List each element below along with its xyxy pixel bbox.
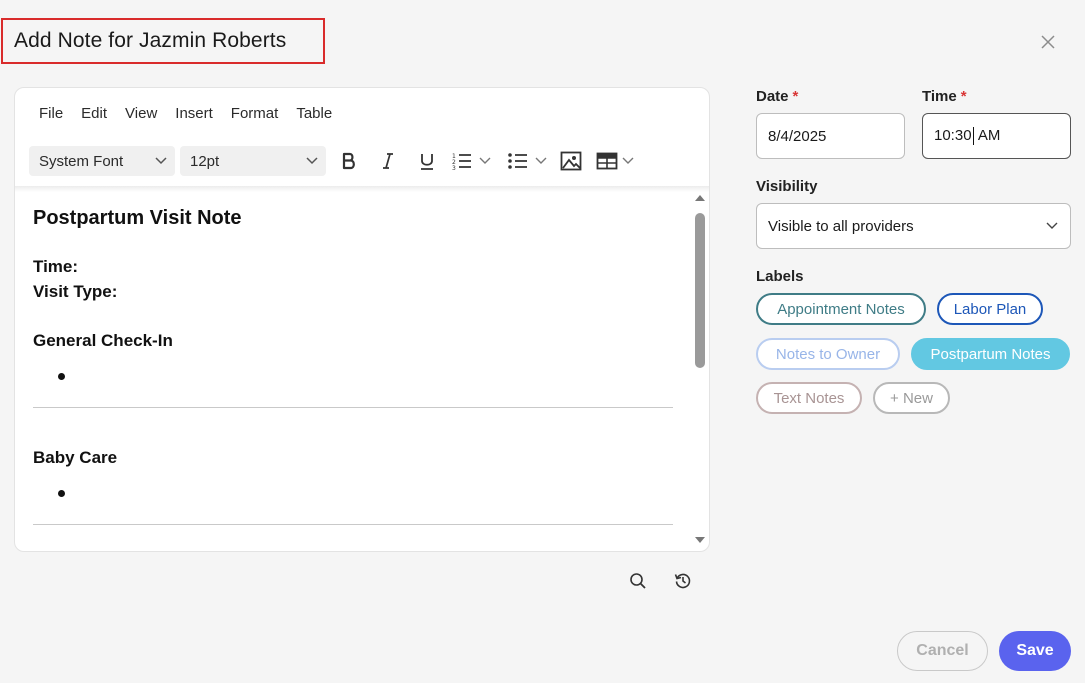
bullet-list-button[interactable] (504, 146, 550, 176)
scroll-thumb[interactable] (695, 213, 705, 368)
font-size-select[interactable]: 12pt (180, 146, 326, 176)
bold-button[interactable] (334, 146, 364, 176)
doc-section-baby-care: Baby Care (33, 448, 118, 467)
time-value: 10:30 AM (934, 126, 1001, 146)
chevron-down-icon (535, 157, 547, 164)
visibility-label: Visibility (756, 178, 818, 195)
list-bullet (58, 373, 65, 380)
doc-section-general-checkin: General Check-In (33, 331, 173, 350)
chevron-down-icon (306, 157, 318, 165)
add-note-dialog: Add Note for Jazmin Roberts File Edit Vi… (0, 0, 1085, 683)
dialog-title-box: Add Note for Jazmin Roberts (1, 18, 325, 64)
text-caret (972, 127, 974, 146)
history-button[interactable] (672, 570, 694, 592)
menu-insert[interactable]: Insert (175, 102, 213, 126)
underline-button[interactable] (412, 146, 442, 176)
dialog-title: Add Note for Jazmin Roberts (14, 29, 287, 52)
label-chip-postpartum-notes[interactable]: Postpartum Notes (911, 338, 1070, 370)
labels-label: Labels (756, 268, 804, 285)
underline-icon (421, 154, 433, 170)
font-family-value: System Font (39, 152, 124, 170)
save-button[interactable]: Save (999, 631, 1071, 671)
chevron-down-icon (622, 157, 634, 164)
bold-icon (342, 152, 355, 170)
rich-text-editor: File Edit View Insert Format Table Syste… (14, 87, 710, 552)
bullet-list-icon (508, 153, 527, 169)
chevron-down-icon (1046, 222, 1058, 229)
italic-icon (383, 153, 393, 169)
toolbar-divider (15, 186, 709, 192)
italic-button[interactable] (373, 146, 403, 176)
horizontal-rule (33, 407, 673, 408)
required-marker: * (960, 88, 967, 105)
close-icon (1041, 35, 1055, 49)
list-bullet (58, 490, 65, 497)
menu-format[interactable]: Format (231, 102, 279, 126)
search-button[interactable] (627, 570, 649, 592)
numbered-list-icon: 123 (452, 153, 471, 171)
doc-time-label: Time: (33, 257, 79, 276)
insert-image-button[interactable] (556, 146, 586, 176)
history-icon (674, 573, 691, 589)
time-label: Time * (922, 88, 967, 105)
editor-toolbar: System Font 12pt 123 (29, 145, 638, 177)
insert-table-button[interactable] (592, 146, 638, 176)
doc-visit-type-label: Visit Type: (33, 282, 118, 301)
visibility-select[interactable]: Visible to all providers (756, 203, 1071, 249)
editor-scrollbar[interactable] (693, 193, 707, 549)
label-chip-appointment-notes[interactable]: Appointment Notes (756, 293, 926, 325)
horizontal-rule (33, 524, 673, 525)
new-label-button[interactable]: + New (873, 382, 950, 414)
date-input[interactable]: 8/4/2025 (756, 113, 905, 159)
table-icon (596, 152, 618, 170)
scroll-down-icon (695, 537, 705, 543)
chevron-down-icon (479, 157, 491, 164)
label-chip-labor-plan[interactable]: Labor Plan (937, 293, 1043, 325)
required-marker: * (792, 88, 799, 105)
label-chip-notes-to-owner[interactable]: Notes to Owner (756, 338, 900, 370)
label-chip-text-notes[interactable]: Text Notes (756, 382, 862, 414)
doc-heading: Postpartum Visit Note (33, 207, 242, 229)
image-icon (560, 151, 582, 171)
font-family-select[interactable]: System Font (29, 146, 175, 176)
cancel-button[interactable]: Cancel (897, 631, 988, 671)
font-size-value: 12pt (190, 152, 220, 170)
editor-content-area[interactable]: Postpartum Visit Note Time: Visit Type: … (33, 193, 673, 548)
editor-menubar: File Edit View Insert Format Table (15, 102, 350, 126)
close-button[interactable] (1036, 30, 1060, 54)
date-value: 8/4/2025 (768, 127, 827, 145)
scroll-up-icon (695, 195, 705, 201)
svg-text:3: 3 (452, 165, 456, 171)
menu-table[interactable]: Table (296, 102, 332, 126)
search-icon (630, 573, 646, 589)
menu-edit[interactable]: Edit (81, 102, 107, 126)
date-label: Date * (756, 88, 799, 105)
menu-view[interactable]: View (125, 102, 157, 126)
menu-file[interactable]: File (39, 102, 63, 126)
numbered-list-button[interactable]: 123 (448, 146, 494, 176)
chevron-down-icon (155, 157, 167, 165)
visibility-value: Visible to all providers (768, 217, 914, 235)
time-input[interactable]: 10:30 AM (922, 113, 1071, 159)
